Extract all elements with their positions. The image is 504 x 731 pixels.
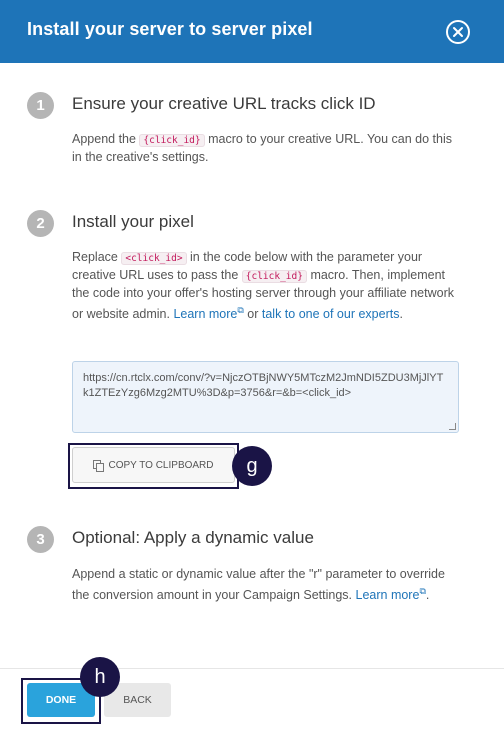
step-3-number: 3 [27, 526, 54, 553]
click-id-macro: {click_id} [139, 134, 205, 147]
step-1-number: 1 [27, 92, 54, 119]
close-button[interactable] [446, 20, 470, 44]
step-3-title: Optional: Apply a dynamic value [72, 528, 314, 547]
click-id-macro: {click_id} [241, 270, 307, 283]
copy-button-label: COPY TO CLIPBOARD [108, 459, 214, 471]
talk-to-experts-link[interactable]: talk to one of our experts [262, 307, 400, 321]
copy-to-clipboard-button[interactable]: COPY TO CLIPBOARD [72, 447, 235, 483]
footer-divider [0, 668, 504, 669]
marker-h: h [80, 657, 120, 697]
modal-title: Install your server to server pixel [27, 19, 313, 39]
step-1-title: Ensure your creative URL tracks click ID [72, 94, 376, 113]
resize-handle-icon[interactable] [449, 423, 456, 430]
modal-header: Install your server to server pixel [0, 0, 504, 63]
pixel-code-textarea[interactable]: https://cn.rtclx.com/conv/?v=NjczOTBjNWY… [72, 361, 459, 433]
close-icon [453, 27, 463, 37]
step-3-description: Append a static or dynamic value after t… [72, 567, 445, 603]
step-1-description: Append the {click_id} macro to your crea… [72, 132, 452, 164]
marker-g: g [232, 446, 272, 486]
click-id-placeholder: <click_id> [121, 252, 187, 265]
learn-more-link[interactable]: Learn more⧉ [173, 305, 243, 321]
step-2-title: Install your pixel [72, 212, 194, 231]
copy-icon [93, 459, 105, 472]
pixel-code: https://cn.rtclx.com/conv/?v=NjczOTBjNWY… [83, 372, 444, 399]
learn-more-link[interactable]: Learn more⧉ [356, 586, 426, 602]
step-2-description: Replace <click_id> in the code below wit… [72, 250, 455, 322]
step-2-number: 2 [27, 210, 54, 237]
